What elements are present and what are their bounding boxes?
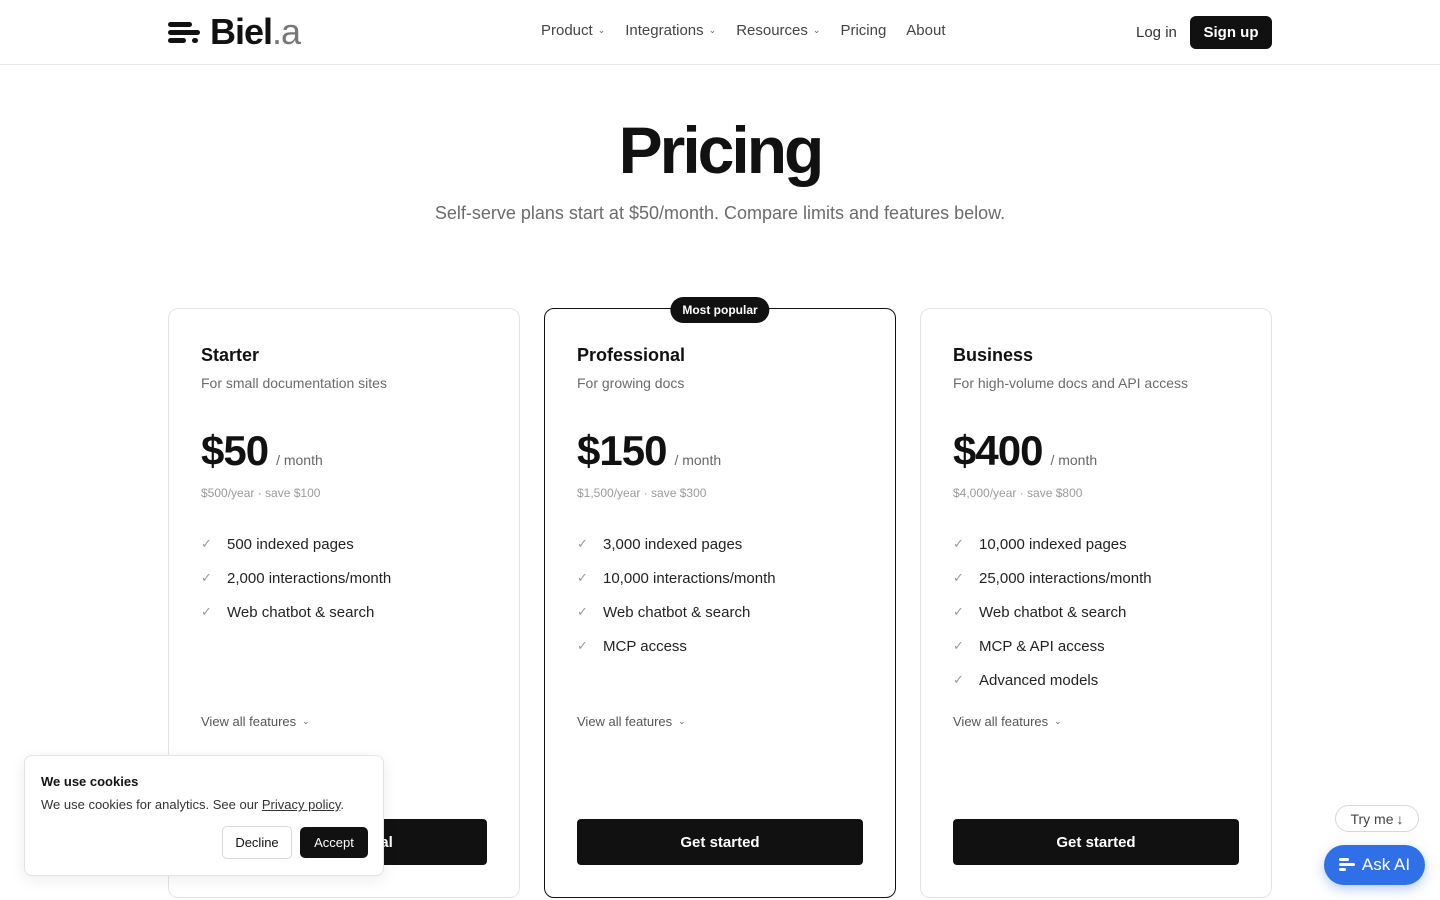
main-nav: Product ⌄ Integrations ⌄ Resources ⌄ Pricin… [541, 22, 946, 39]
plan-description: For growing docs [577, 375, 685, 391]
plan-price: $50 [201, 427, 269, 474]
annual-price: $1,500/year · save $300 [577, 486, 707, 500]
privacy-policy-link[interactable]: Privacy policy [262, 797, 341, 812]
cookie-text: We use cookies for analytics. See our Pr… [41, 797, 345, 812]
check-icon: ✓ [953, 638, 964, 653]
check-icon: ✓ [201, 536, 212, 551]
feature-item: ✓ 10,000 indexed pages [953, 535, 1127, 553]
accept-button[interactable]: Accept [300, 827, 368, 858]
plan-price: $400 [953, 427, 1043, 474]
plan-name: Starter [201, 345, 260, 365]
feature-item: ✓ MCP access [577, 637, 687, 655]
feature-item: ✓ 10,000 interactions/month [577, 569, 776, 587]
plan-name: Business [953, 345, 1034, 365]
plan-period: / month [276, 452, 323, 468]
arrow-down-icon: ↓ [1396, 810, 1404, 827]
check-icon: ✓ [577, 638, 588, 653]
get-started-button[interactable]: Get started [953, 819, 1239, 865]
page-title: Pricing [618, 113, 825, 187]
cookie-banner: We use cookies We use cookies for analyt… [24, 755, 384, 876]
feature-item: ✓ 3,000 indexed pages [577, 535, 743, 553]
feature-item: ✓ Web chatbot & search [201, 603, 375, 621]
cookie-title: We use cookies [41, 774, 139, 789]
annual-price: $4,000/year · save $800 [953, 486, 1083, 500]
feature-item: ✓ Web chatbot & search [577, 603, 751, 621]
chevron-down-icon: ⌄ [708, 25, 717, 35]
price-row: $400 / month [953, 427, 1097, 475]
check-icon: ✓ [953, 604, 964, 619]
try-me-hint[interactable]: Try me ↓ [1335, 805, 1419, 832]
site-header: Biel.a Product ⌄ Integrations ⌄ Resources ⌄… [0, 0, 1440, 65]
check-icon: ✓ [953, 672, 964, 687]
chevron-down-icon: ⌄ [1054, 716, 1062, 726]
chevron-down-icon: ⌄ [597, 25, 606, 35]
plan-card-professional: Most popular Professional For growing do… [544, 297, 896, 898]
feature-list: ✓ 3,000 indexed pages ✓ 10,000 interaction… [577, 527, 776, 663]
feature-list: ✓ 10,000 indexed pages ✓ 25,000 interactio… [953, 527, 1152, 697]
most-popular-badge: Most popular [670, 297, 770, 323]
feature-list: ✓ 500 indexed pages ✓ 2,000 interactions/m… [201, 527, 391, 629]
check-icon: ✓ [953, 536, 964, 551]
nav-item-resources[interactable]: Resources ⌄ [736, 22, 820, 39]
logo-text: Biel.a [210, 11, 301, 52]
page-subtitle: Self-serve plans start at $50/month. Com… [434, 203, 1006, 223]
ask-ai-icon [1338, 858, 1355, 872]
feature-item: ✓ 2,000 interactions/month [201, 569, 392, 587]
feature-item: ✓ 500 indexed pages [201, 535, 354, 553]
annual-price: $500/year · save $100 [201, 486, 321, 500]
feature-item: ✓ 25,000 interactions/month [953, 569, 1152, 587]
nav-item-pricing[interactable]: Pricing [840, 22, 886, 39]
check-icon: ✓ [201, 570, 212, 585]
plan-period: / month [1050, 452, 1098, 468]
plan-name: Professional [577, 345, 686, 365]
chevron-down-icon: ⌄ [302, 716, 310, 726]
check-icon: ✓ [201, 604, 212, 619]
signup-button[interactable]: Sign up [1190, 16, 1272, 49]
plan-description: For small documentation sites [201, 375, 387, 391]
view-all-features-link[interactable]: View all features ⌄ [201, 714, 310, 729]
view-all-features-link[interactable]: View all features ⌄ [577, 714, 686, 729]
logo[interactable]: Biel.a [168, 11, 301, 52]
plan-description: For high-volume docs and API access [953, 375, 1189, 391]
price-row: $150 / month [577, 427, 721, 475]
plan-card-business: Business For high-volume docs and API ac… [920, 308, 1272, 898]
check-icon: ✓ [577, 604, 588, 619]
plan-price: $150 [577, 427, 667, 474]
chevron-down-icon: ⌄ [678, 716, 686, 726]
feature-item: ✓ MCP & API access [953, 637, 1105, 655]
nav-item-product[interactable]: Product ⌄ [541, 22, 605, 39]
decline-button[interactable]: Decline [222, 826, 292, 859]
check-icon: ✓ [577, 536, 588, 551]
ask-ai-button[interactable]: Ask AI [1324, 845, 1425, 885]
logo-icon [168, 17, 202, 47]
feature-item: ✓ Web chatbot & search [953, 603, 1127, 621]
chevron-down-icon: ⌄ [812, 25, 821, 35]
price-row: $50 / month [201, 427, 323, 475]
check-icon: ✓ [577, 570, 588, 585]
nav-item-integrations[interactable]: Integrations ⌄ [625, 22, 716, 39]
check-icon: ✓ [953, 570, 964, 585]
login-link[interactable]: Log in [1136, 24, 1177, 41]
view-all-features-link[interactable]: View all features ⌄ [953, 714, 1062, 729]
plan-period: / month [674, 452, 722, 468]
get-started-button[interactable]: Get started [577, 819, 863, 865]
nav-item-about[interactable]: About [906, 22, 945, 39]
feature-item: ✓ Advanced models [953, 671, 1099, 689]
